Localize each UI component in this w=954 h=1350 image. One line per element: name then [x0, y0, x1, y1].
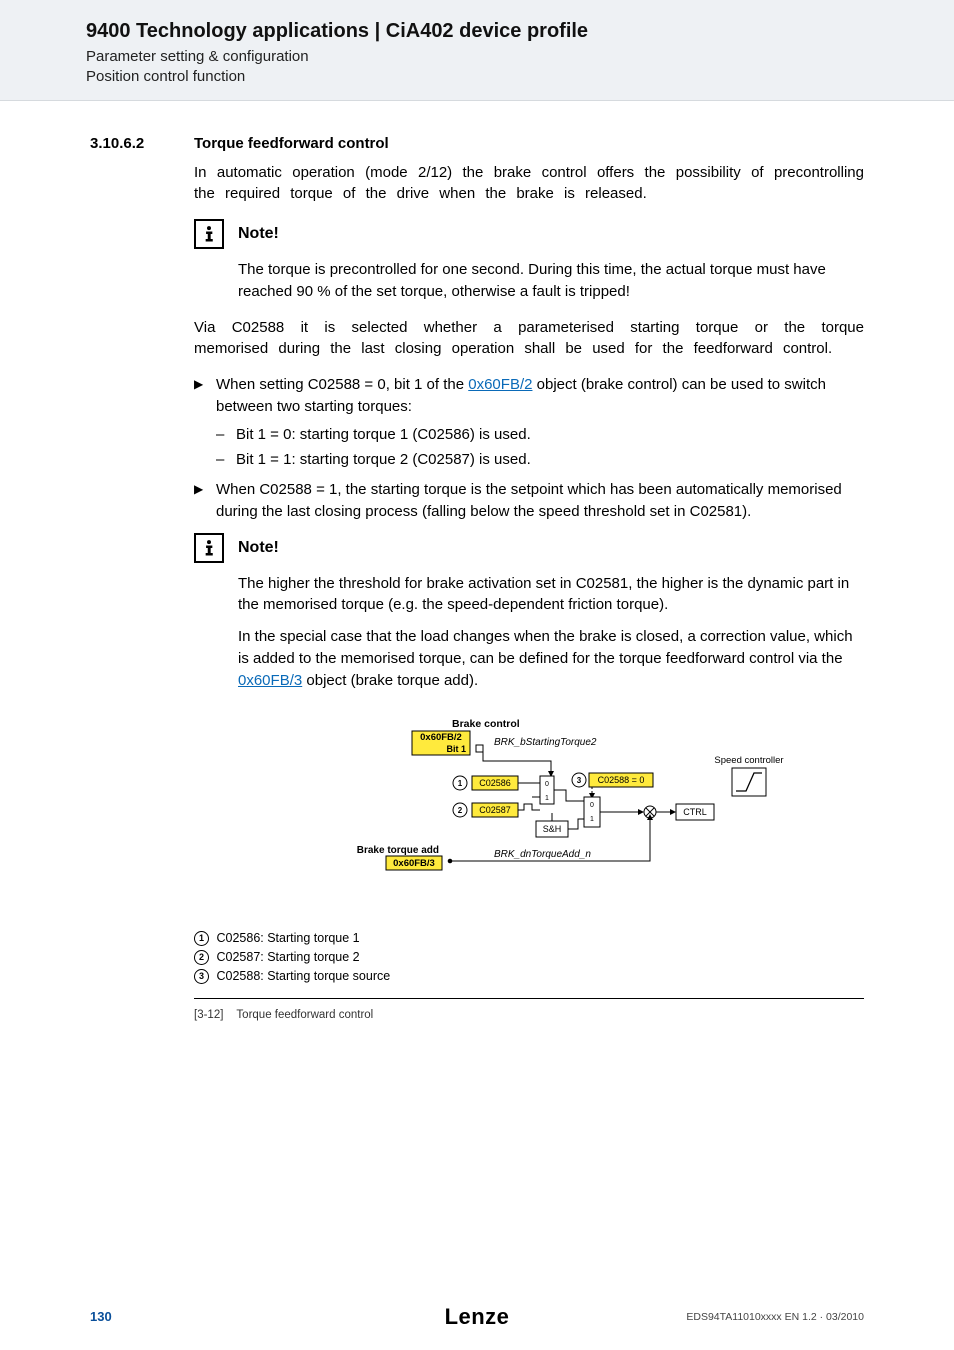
note-head: Note!	[194, 219, 864, 249]
note-body: The torque is precontrolled for one seco…	[238, 259, 864, 303]
doc-title: 9400 Technology applications | CiA402 de…	[86, 20, 868, 43]
label-bit1: Bit 1	[446, 744, 466, 754]
marker-2: 2	[458, 806, 463, 815]
note2-p2-post: object (brake torque add).	[302, 672, 478, 689]
note-head-2: Note!	[194, 533, 864, 563]
figure-number: [3-12]	[194, 1009, 223, 1021]
section-heading-row: 3.10.6.2 Torque feedforward control	[90, 135, 864, 152]
doc-subtitle-1: Parameter setting & configuration	[86, 47, 868, 67]
note2-p2-pre: In the special case that the load change…	[238, 628, 853, 667]
page-content: 3.10.6.2 Torque feedforward control In a…	[0, 101, 954, 1021]
bullet-list: When setting C02588 = 0, bit 1 of the 0x…	[194, 374, 864, 523]
page-number: 130	[90, 1309, 112, 1324]
mux1-0: 0	[545, 781, 549, 788]
signal-starttorque2: BRK_bStartingTorque2	[494, 737, 597, 748]
marker-1: 1	[458, 779, 463, 788]
label-0x60fb3: 0x60FB/3	[393, 858, 435, 869]
marker-3: 3	[577, 776, 582, 785]
box-c02586: C02586	[479, 778, 511, 788]
sub-list-1: Bit 1 = 0: starting torque 1 (C02586) is…	[216, 424, 864, 472]
note2-p1: The higher the threshold for brake activ…	[238, 573, 864, 617]
page-footer: 130 Lenze EDS94TA11010xxxx EN 1.2 · 03/2…	[0, 1309, 954, 1324]
sub-bullet-2: Bit 1 = 1: starting torque 2 (C02587) is…	[216, 449, 864, 471]
doc-id: EDS94TA11010xxxx EN 1.2 · 03/2010	[686, 1311, 864, 1323]
legend-row-1: 1 C02586: Starting torque 1	[194, 929, 864, 948]
box-c02587: C02587	[479, 805, 511, 815]
diagram-legend: 1 C02586: Starting torque 1 2 C02587: St…	[194, 929, 864, 985]
section-number: 3.10.6.2	[90, 135, 176, 152]
legend-marker-2: 2	[194, 950, 209, 965]
box-sh: S&H	[543, 824, 562, 834]
legend-marker-1: 1	[194, 931, 209, 946]
section-title: Torque feedforward control	[194, 135, 389, 152]
mux2-1: 1	[590, 816, 594, 823]
legend-text-3: C02588: Starting torque source	[216, 969, 390, 983]
bullet-2: When C02588 = 1, the starting torque is …	[194, 479, 864, 523]
note-text: The torque is precontrolled for one seco…	[238, 259, 864, 303]
figure-caption-text: Torque feedforward control	[236, 1009, 373, 1021]
page-header: 9400 Technology applications | CiA402 de…	[0, 0, 954, 101]
doc-subtitle-2: Position control function	[86, 67, 868, 87]
legend-marker-3: 3	[194, 969, 209, 984]
label-brake-torque-add: Brake torque add	[357, 845, 439, 856]
label-speed-controller: Speed controller	[714, 755, 783, 766]
intro-paragraph: In automatic operation (mode 2/12) the b…	[194, 162, 864, 206]
mux1-1: 1	[545, 795, 549, 802]
label-brake-control: Brake control	[452, 718, 520, 730]
legend-text-2: C02587: Starting torque 2	[216, 950, 359, 964]
link-0x60fb-3[interactable]: 0x60FB/3	[238, 672, 302, 689]
info-icon	[194, 219, 224, 249]
legend-text-1: C02586: Starting torque 1	[216, 931, 359, 945]
diagram: Brake control 0x60FB/2 Bit 1 BRK_bStarti…	[194, 713, 844, 923]
note2-p2: In the special case that the load change…	[238, 626, 864, 691]
info-icon	[194, 533, 224, 563]
label-0x60fb2: 0x60FB/2	[420, 732, 462, 743]
sub-bullet-1: Bit 1 = 0: starting torque 1 (C02586) is…	[216, 424, 864, 446]
legend-row-2: 2 C02587: Starting torque 2	[194, 948, 864, 967]
note-label-2: Note!	[238, 539, 279, 557]
box-ctrl: CTRL	[683, 807, 707, 817]
mux2-0: 0	[590, 802, 594, 809]
link-0x60fb-2[interactable]: 0x60FB/2	[468, 376, 532, 393]
note-block-1: Note! The torque is precontrolled for on…	[194, 219, 864, 303]
box-c02588: C02588 = 0	[598, 775, 645, 785]
bullet-1-pre: When setting C02588 = 0, bit 1 of the	[216, 376, 468, 393]
legend-row-3: 3 C02588: Starting torque source	[194, 967, 864, 986]
note-body-2: The higher the threshold for brake activ…	[238, 573, 864, 692]
bullet-1: When setting C02588 = 0, bit 1 of the 0x…	[194, 374, 864, 471]
paragraph-2: Via C02588 it is selected whether a para…	[194, 317, 864, 361]
note-block-2: Note! The higher the threshold for brake…	[194, 533, 864, 692]
figure-caption: [3-12] Torque feedforward control	[194, 1009, 864, 1021]
note-label: Note!	[238, 225, 279, 243]
signal-torqueadd: BRK_dnTorqueAdd_n	[494, 849, 591, 860]
brand-logo: Lenze	[445, 1304, 510, 1330]
diagram-container: Brake control 0x60FB/2 Bit 1 BRK_bStarti…	[194, 713, 864, 998]
